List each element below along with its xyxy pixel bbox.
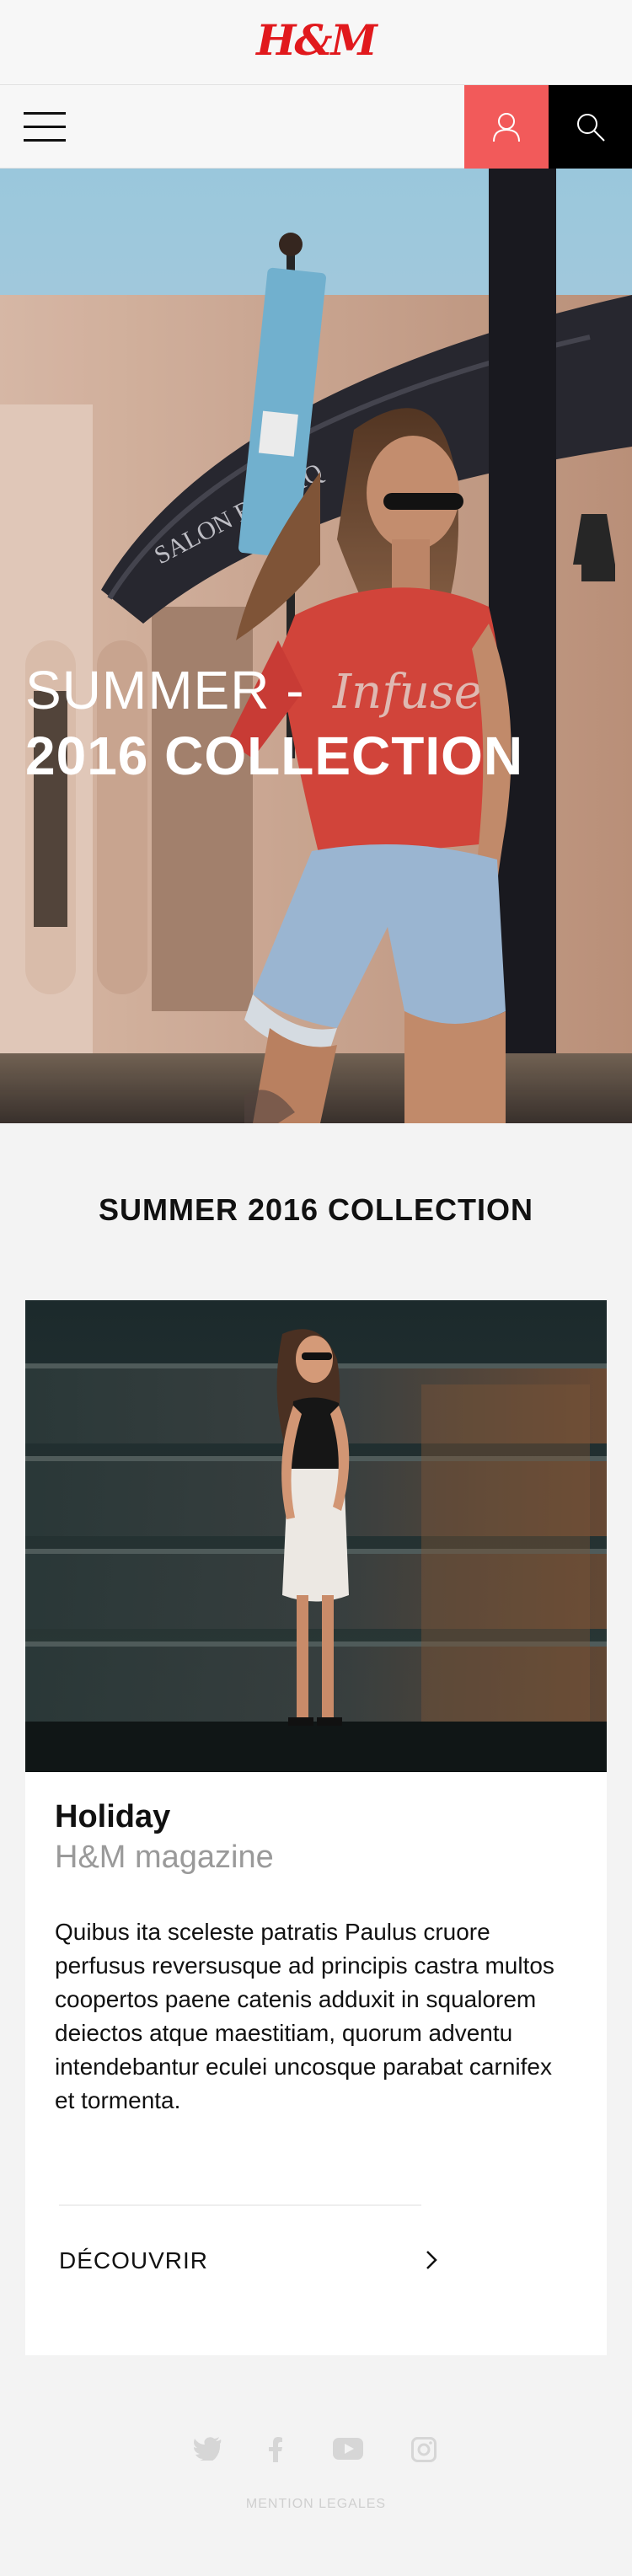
- divider: [59, 2204, 421, 2206]
- instagram-icon[interactable]: [411, 2437, 437, 2466]
- youtube-icon-glyph: [333, 2438, 363, 2460]
- nav-bar: [0, 85, 632, 169]
- discover-button[interactable]: DÉCOUVRIR: [59, 2241, 438, 2284]
- article-body: Quibus ita sceleste patratis Paulus cruo…: [55, 1919, 554, 2113]
- hamburger-icon-line: [24, 139, 66, 142]
- hero-title: SUMMER - 2016 COLLECTION: [25, 657, 523, 789]
- instagram-icon-glyph: [411, 2437, 437, 2462]
- user-icon: [493, 112, 520, 142]
- discover-button-label: DÉCOUVRIR: [59, 2247, 209, 2273]
- article-card[interactable]: Holiday H&M magazine Quibus ita sceleste…: [25, 1300, 607, 2355]
- youtube-icon[interactable]: [333, 2437, 363, 2465]
- hero-banner[interactable]: SALON BOUTIQ Infuse SUMMER - 2016 COLLEC…: [0, 169, 632, 1123]
- search-icon: [576, 113, 605, 142]
- article-subtitle: H&M magazine: [55, 1840, 274, 1875]
- section-title: SUMMER 2016 COLLECTION: [98, 1192, 534, 1227]
- facebook-icon-glyph: [269, 2437, 282, 2462]
- twitter-icon[interactable]: [193, 2437, 222, 2465]
- article-photo: [25, 1300, 607, 1772]
- hero-title-line-1: SUMMER -: [25, 660, 305, 720]
- search-button[interactable]: [549, 85, 632, 169]
- menu-button[interactable]: [24, 112, 66, 142]
- facebook-icon[interactable]: [268, 2437, 283, 2466]
- logo-bar: H&M: [0, 0, 632, 85]
- twitter-icon-glyph: [193, 2437, 222, 2464]
- hamburger-icon: [24, 112, 66, 115]
- legal-link[interactable]: MENTION LEGALES: [0, 2497, 632, 2512]
- account-button[interactable]: [464, 85, 549, 169]
- hamburger-icon-line: [24, 126, 66, 128]
- article-title: Holiday: [55, 1799, 171, 1834]
- chevron-right-icon: [426, 2251, 437, 2269]
- hero-title-line-2: 2016 COLLECTION: [25, 726, 524, 786]
- article-image[interactable]: [25, 1300, 607, 1772]
- brand-logo[interactable]: H&M: [0, 15, 632, 65]
- hero-image: SALON BOUTIQ Infuse: [0, 169, 632, 1123]
